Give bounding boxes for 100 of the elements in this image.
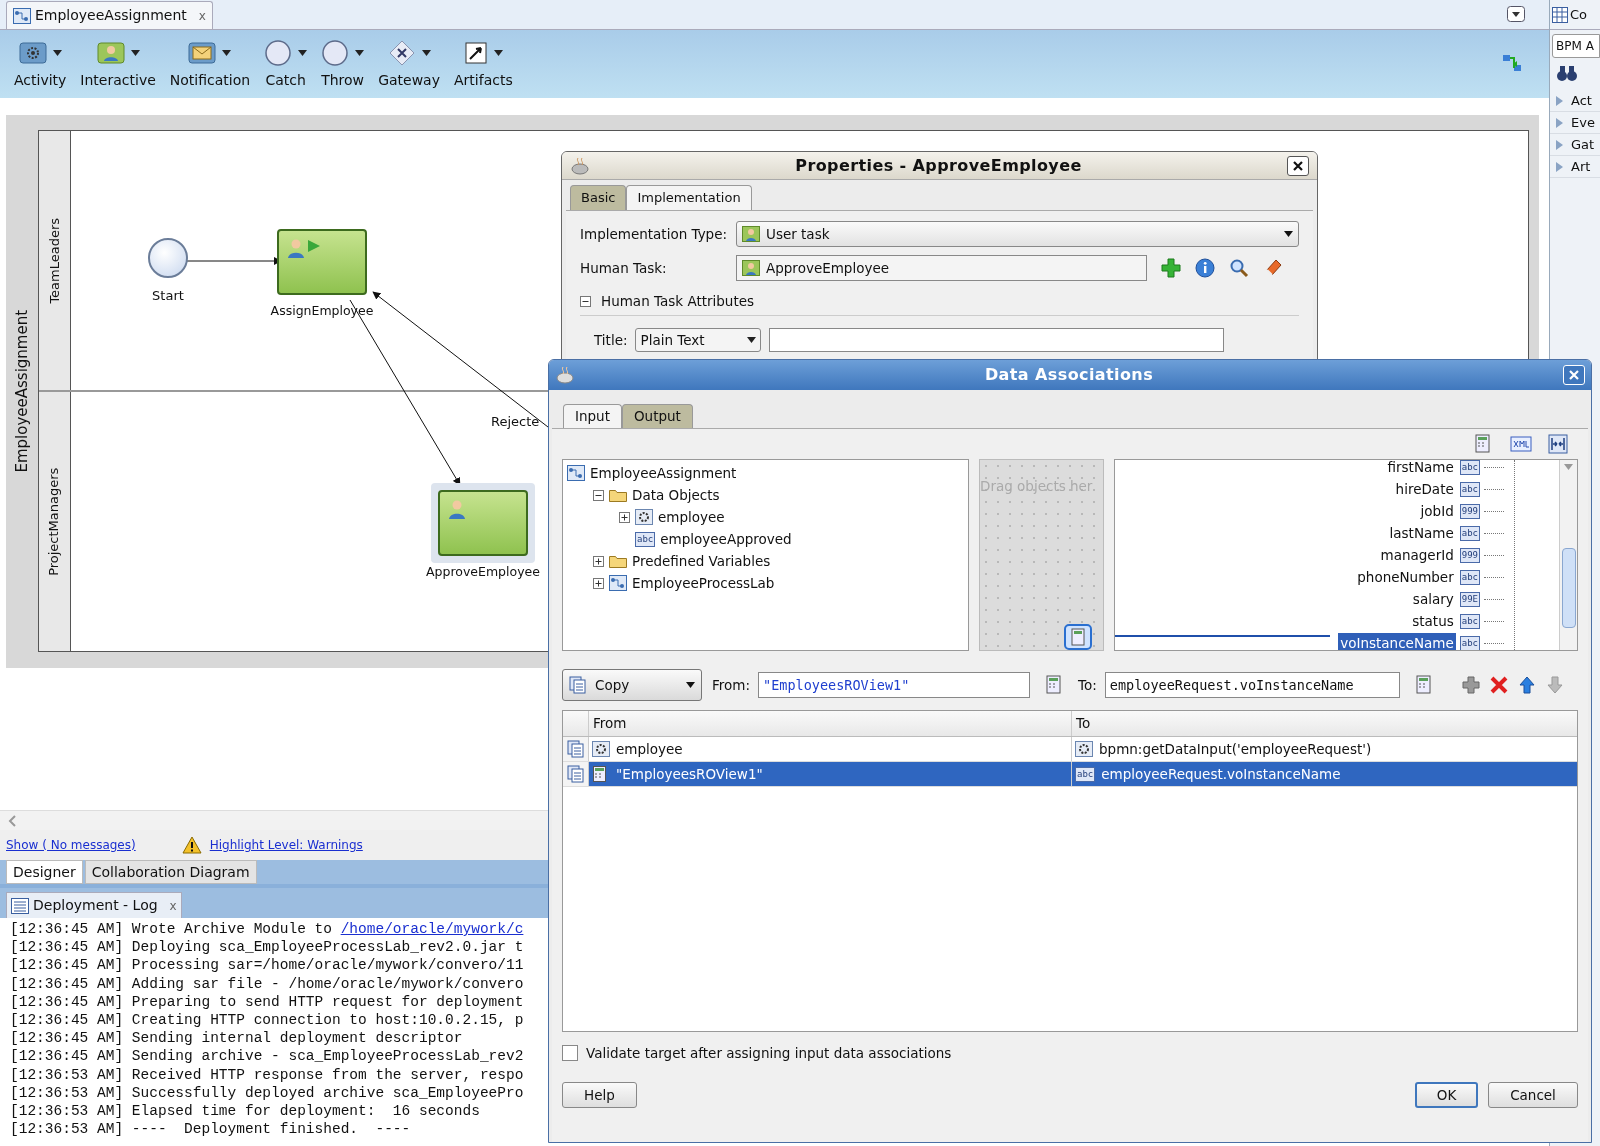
tab[interactable]: Collaboration Diagram (84, 860, 257, 884)
close-tab-button[interactable]: x (198, 6, 206, 25)
column-header[interactable]: To (1072, 711, 1577, 736)
scrollbar[interactable] (1559, 460, 1577, 650)
palette-button[interactable]: Catch (264, 37, 308, 91)
dialog-button[interactable]: Help (562, 1082, 637, 1108)
to-field[interactable]: employeeRequest.voInstanceName (1104, 672, 1400, 698)
column-header[interactable]: From (589, 711, 1072, 736)
collapse-icon[interactable] (580, 295, 591, 307)
type-badge: 999 (1459, 503, 1480, 519)
type-badge: abc (1459, 481, 1480, 497)
implementation-type-dropdown[interactable]: User task (736, 221, 1299, 247)
cup-icon (570, 156, 590, 175)
log-line: [12:36:53 AM] Successfully deployed archive sca_EmployeePro (10, 1083, 524, 1103)
tab[interactable]: Designer (6, 860, 83, 884)
operation-dropdown[interactable]: Copy (562, 669, 702, 701)
target-field[interactable]: hireDate (1393, 478, 1456, 500)
type-badge: abc (1459, 635, 1480, 650)
expand-icon[interactable] (619, 511, 630, 523)
palette-section[interactable]: Gat (1550, 134, 1600, 156)
human-task-field[interactable]: ApproveEmployee (736, 255, 1147, 281)
pool-label: EmployeeAssignment (11, 310, 32, 473)
table-cell-text: employeeRequest.voInstanceName (1101, 764, 1341, 784)
add-icon[interactable] (1461, 676, 1480, 694)
dialog-title: Properties - ApproveEmployee (794, 154, 1083, 177)
eraser-icon[interactable] (1263, 258, 1283, 278)
grid-icon (1552, 6, 1568, 23)
section-header: Human Task Attributes (601, 292, 755, 311)
palette-search-field[interactable]: BPM A (1552, 34, 1600, 58)
log-link[interactable]: /home/oracle/mywork/c (340, 921, 524, 937)
palette-button[interactable]: Notification (169, 37, 251, 91)
copy-icon (566, 765, 585, 783)
xml-icon[interactable] (1510, 434, 1532, 454)
collapse-all-icon[interactable] (1548, 434, 1568, 454)
checkbox[interactable] (562, 1045, 578, 1061)
gear-icon (592, 741, 610, 757)
tree-item[interactable]: EmployeeAssignment (590, 462, 737, 484)
add-icon[interactable] (1161, 258, 1181, 278)
search-icon[interactable] (1229, 258, 1249, 278)
target-field[interactable]: lastName (1387, 522, 1456, 544)
collapse-icon[interactable] (593, 489, 604, 501)
user-icon (96, 40, 125, 65)
target-field[interactable]: status (1410, 610, 1456, 632)
log-tab[interactable]: Deployment - Log x (6, 892, 182, 918)
messages-link[interactable]: Show ( No messages) (6, 836, 136, 854)
tree-item[interactable]: employeeApproved (660, 528, 792, 550)
checkbox-label: Validate target after assigning input data associations (586, 1043, 952, 1063)
table-row[interactable]: "EmployeesROView1" abc employeeRequest.voInstanceName (563, 762, 1577, 787)
panel-title: Co (1570, 5, 1588, 24)
tab[interactable]: Output (621, 404, 693, 428)
tree-item[interactable]: employee (658, 506, 725, 528)
log-line: [12:36:53 AM] Received HTTP response from the server, respo (10, 1065, 524, 1084)
tree-item[interactable]: EmployeeProcessLab (632, 572, 775, 594)
close-icon (1293, 160, 1303, 171)
highlight-level-link[interactable]: Highlight Level: Warnings (209, 836, 363, 854)
log-line: [12:36:45 AM] Wrote Archive Module to /home/oracle/mywork/c (10, 920, 524, 939)
tree-item[interactable]: Predefined Variables (632, 550, 771, 572)
dropdown-icon[interactable] (1507, 6, 1525, 22)
expand-icon[interactable] (593, 577, 604, 589)
palette-section[interactable]: Art (1550, 156, 1600, 178)
tree-item[interactable]: Data Objects (632, 484, 720, 506)
tab[interactable]: Basic (570, 185, 627, 210)
target-field[interactable]: voInstanceName (1338, 632, 1456, 650)
palette-button[interactable]: Gateway (378, 37, 440, 91)
field-label: Title: (594, 331, 628, 351)
palette-button[interactable]: Throw (321, 37, 365, 91)
editor-tab[interactable]: EmployeeAssignment x (6, 1, 213, 29)
copy-icon (569, 676, 587, 694)
palette-section[interactable]: Eve (1550, 112, 1600, 134)
delete-icon[interactable] (1489, 676, 1508, 694)
title-field[interactable] (769, 328, 1225, 353)
target-field[interactable]: phoneNumber (1355, 566, 1456, 588)
close-tab-button[interactable]: x (169, 896, 177, 915)
target-field[interactable]: managerId (1378, 544, 1456, 566)
palette-section[interactable]: Act (1550, 90, 1600, 112)
edge-label: Rejecte (491, 413, 540, 431)
dialog-button[interactable]: OK (1415, 1082, 1478, 1108)
binoculars-icon[interactable] (1556, 64, 1578, 82)
target-field[interactable]: jobId (1418, 500, 1456, 522)
warning-icon (181, 836, 202, 854)
palette-button[interactable]: Artifacts (454, 37, 513, 91)
target-field[interactable]: firstName (1385, 460, 1456, 478)
tab[interactable]: Input (563, 404, 622, 428)
tab[interactable]: Implementation (626, 185, 752, 210)
close-button[interactable] (1287, 155, 1309, 176)
up-arrow-icon[interactable] (1517, 676, 1536, 694)
user-icon (285, 237, 307, 259)
palette-button[interactable]: Activity (14, 37, 67, 91)
layout-icon[interactable] (1501, 52, 1523, 74)
from-field[interactable]: "EmployeesROView1" (758, 672, 1030, 698)
title-type-dropdown[interactable]: Plain Text (635, 328, 762, 353)
info-icon[interactable] (1195, 258, 1215, 278)
diamond-icon (387, 38, 416, 67)
target-field[interactable]: salary (1410, 588, 1456, 610)
palette-button[interactable]: Interactive (80, 37, 156, 91)
expand-icon[interactable] (593, 555, 604, 567)
dialog-button[interactable]: Cancel (1488, 1082, 1578, 1108)
user-task[interactable] (430, 483, 535, 563)
expression-node-icon[interactable] (1064, 624, 1092, 650)
lane-label: TeamLeaders (45, 217, 63, 304)
